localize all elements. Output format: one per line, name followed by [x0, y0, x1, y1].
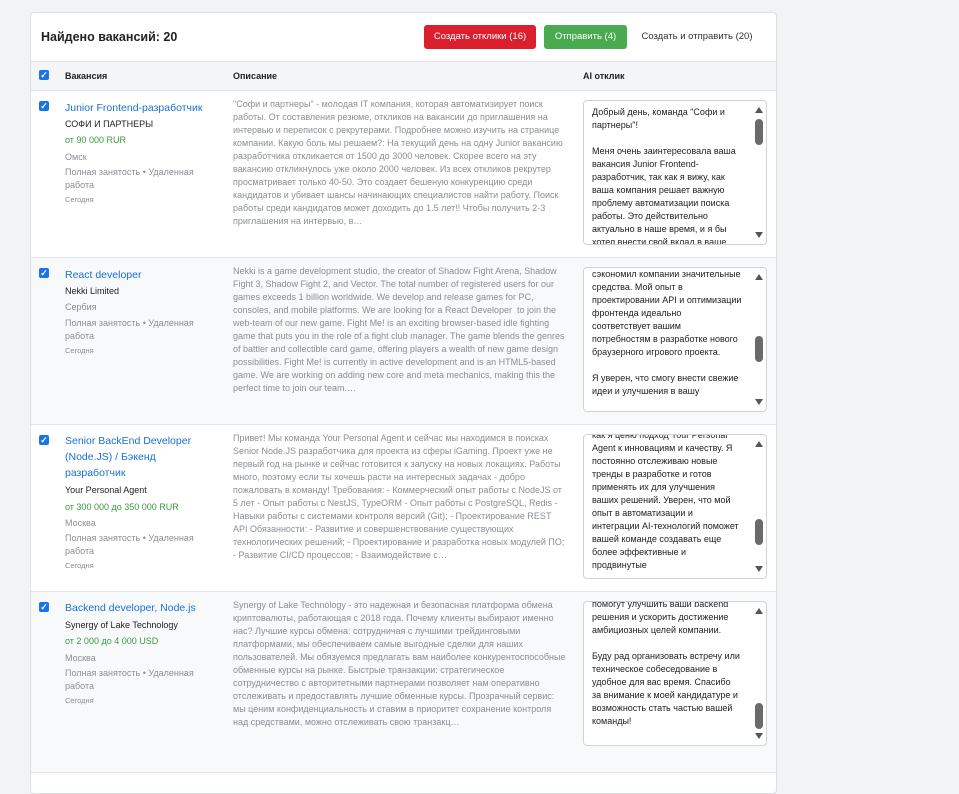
city: Омск — [65, 152, 87, 162]
posted-date: Сегодня — [65, 195, 94, 204]
company-name: Nekki Limited — [65, 286, 120, 296]
vacancies-card: Найдено вакансий: 20 Создать отклики (16… — [30, 12, 777, 794]
city: Сербия — [65, 302, 97, 312]
vacancy-title-link[interactable]: Senior BackEnd Developer (Node.JS) / Бэк… — [65, 433, 215, 481]
row-checkbox[interactable]: ✓ — [39, 602, 49, 612]
results-header: Найдено вакансий: 20 Создать отклики (16… — [31, 13, 776, 61]
ai-reply-text: сэкономил компании значительные средства… — [592, 269, 742, 396]
employment-type: Полная занятость • Удаленная работа — [65, 533, 194, 556]
select-all-checkbox[interactable]: ✓ — [39, 70, 49, 80]
salary: от 300 000 до 350 000 RUR — [65, 502, 179, 512]
ai-reply-textarea[interactable]: Добрый день, команда "Софи и партнеры"! … — [583, 100, 767, 245]
row-checkbox[interactable]: ✓ — [39, 435, 49, 445]
posted-date: Сегодня — [65, 696, 94, 705]
city: Москва — [65, 518, 96, 528]
scroll-down-arrow-icon[interactable] — [755, 733, 763, 739]
table-row: ✓ React developer Nekki Limited Сербия П… — [31, 258, 776, 425]
row-checkbox[interactable]: ✓ — [39, 101, 49, 111]
employment-type: Полная занятость • Удаленная работа — [65, 668, 194, 691]
vacancy-description: Nekki is a game development studio, the … — [233, 266, 567, 393]
scroll-down-arrow-icon[interactable] — [755, 232, 763, 238]
reply-scrollbar[interactable] — [753, 268, 764, 411]
scroll-down-arrow-icon[interactable] — [755, 566, 763, 572]
create-and-send-button[interactable]: Создать и отправить (20) — [638, 25, 756, 49]
table-row: ✓ Backend developer, Node.js Synergy of … — [31, 592, 776, 773]
employment-type: Полная занятость • Удаленная работа — [65, 167, 194, 190]
scrollbar-thumb[interactable] — [755, 703, 763, 729]
company-name: СОФИ И ПАРТНЕРЫ — [65, 119, 154, 129]
row-checkbox[interactable]: ✓ — [39, 268, 49, 278]
table-row: ✓ Junior Frontend-разработчик СОФИ И ПАР… — [31, 91, 776, 258]
vacancy-title-link[interactable]: React developer — [65, 267, 141, 283]
ai-reply-text: Добрый день, команда "Софи и партнеры"! … — [592, 107, 736, 245]
ai-reply-textarea[interactable]: как я ценю подход Your Personal Agent к … — [583, 434, 767, 579]
vacancy-description: Привет! Мы команда Your Personal Agent и… — [233, 433, 567, 560]
ai-reply-textarea[interactable]: сэкономил компании значительные средства… — [583, 267, 767, 412]
scroll-up-arrow-icon[interactable] — [755, 608, 763, 614]
scroll-down-arrow-icon[interactable] — [755, 399, 763, 405]
scrollbar-thumb[interactable] — [755, 519, 763, 545]
create-replies-button[interactable]: Создать отклики (16) — [424, 25, 536, 49]
send-button[interactable]: Отправить (4) — [544, 25, 627, 49]
posted-date: Сегодня — [65, 346, 94, 355]
salary: от 90 000 RUR — [65, 135, 126, 145]
scrollbar-thumb[interactable] — [755, 336, 763, 362]
scroll-up-arrow-icon[interactable] — [755, 107, 763, 113]
scroll-up-arrow-icon[interactable] — [755, 274, 763, 280]
results-count-title: Найдено вакансий: 20 — [41, 30, 178, 44]
ai-reply-textarea[interactable]: помогут улучшить ваши backend решения и … — [583, 601, 767, 746]
column-ai-reply: AI отклик — [583, 71, 625, 81]
scroll-up-arrow-icon[interactable] — [755, 441, 763, 447]
reply-scrollbar[interactable] — [753, 101, 764, 244]
company-name: Your Personal Agent — [65, 485, 147, 495]
city: Москва — [65, 653, 96, 663]
posted-date: Сегодня — [65, 561, 94, 570]
company-name: Synergy of Lake Technology — [65, 620, 178, 630]
vacancy-description: Synergy of Lake Technology - это надежна… — [233, 600, 566, 727]
reply-scrollbar[interactable] — [753, 435, 764, 578]
salary: от 2 000 до 4 000 USD — [65, 636, 159, 646]
ai-reply-text: помогут улучшить ваши backend решения и … — [592, 601, 740, 726]
column-description: Описание — [233, 71, 278, 81]
table-header: ✓ Вакансия Описание AI отклик — [31, 61, 776, 91]
reply-scrollbar[interactable] — [753, 602, 764, 745]
column-vacancy: Вакансия — [65, 71, 108, 81]
vacancy-title-link[interactable]: Backend developer, Node.js — [65, 600, 196, 616]
ai-reply-text: как я ценю подход Your Personal Agent к … — [592, 434, 742, 570]
employment-type: Полная занятость • Удаленная работа — [65, 318, 194, 341]
vacancy-description: "Софи и партнеры" - молодая IT компания,… — [233, 99, 566, 226]
table-row: ✓ Senior BackEnd Developer (Node.JS) / Б… — [31, 425, 776, 592]
scrollbar-thumb[interactable] — [755, 119, 763, 145]
vacancy-title-link[interactable]: Junior Frontend-разработчик — [65, 100, 202, 116]
